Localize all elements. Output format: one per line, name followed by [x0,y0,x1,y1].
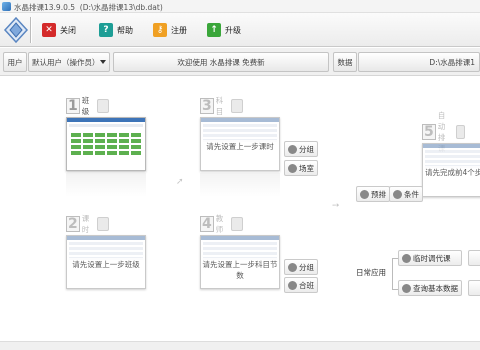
user-select[interactable]: 默认用户（操作员） [28,52,110,72]
side-extra-button-2[interactable] [468,280,480,296]
data-path-value: D:\水晶排课1 [429,57,475,67]
place-button-step3[interactable]: 场室 [284,160,318,176]
help-label: 帮助 [117,25,133,35]
welcome-box: 欢迎使用 水晶排课 免费新 [113,52,329,72]
teacher-icon [230,217,244,231]
pre-schedule-button[interactable]: 预排 [356,186,390,202]
chevron-down-icon [100,60,106,64]
books-icon [230,99,244,113]
group-label-step3: 分组 [299,144,314,154]
toolbar-separator [30,17,32,43]
step-2-preview: 请先设置上一步班级 [66,235,146,289]
play-icon [456,125,466,139]
step-4-header: 4 教师 [200,214,244,234]
close-icon: ✕ [42,23,56,37]
merge-button-step4[interactable]: 合班 [284,277,318,293]
step-5-number: 5 [422,124,436,140]
step-4-number: 4 [200,216,214,232]
crystal-logo-icon[interactable] [2,15,30,45]
title-bar: 水晶排课13.9.0.5 (D:\水晶排课13\db.dat) [0,0,480,13]
help-icon: ? [99,23,113,37]
step-1-number: 1 [66,98,80,114]
room-icon [288,163,297,173]
close-label: 关闭 [60,25,76,35]
conditions-button[interactable]: 条件 [389,186,423,202]
search-icon [402,283,411,293]
conditions-label: 条件 [404,189,419,199]
place-label-step3: 场室 [299,163,314,173]
app-icon [2,2,11,11]
step-1-preview [66,117,146,171]
gear-icon [393,189,402,199]
step-2-number: 2 [66,216,80,232]
window-title-text: 水晶排课13.9.0.5 [14,3,76,12]
pre-schedule-icon [360,189,369,199]
group-label-step4: 分组 [299,262,314,272]
step-4-preview: 请先设置上一步科目节数 [200,235,280,289]
close-button[interactable]: ✕ 关闭 [42,21,76,39]
data-path-box: D:\水晶排课1 [358,52,480,72]
arrow-icon: ➙ [332,201,340,211]
temp-adjust-button[interactable]: 临时调代课 [398,250,462,266]
workflow-stage: 1 班级 3 科目 请先设置上一步课时 分组 场室 5 自动排 请先完成前4个 … [0,77,480,350]
clock-icon [96,217,110,231]
arrow-icon: ➚ [176,177,184,187]
pre-schedule-label: 预排 [371,189,386,199]
info-bar: 用户 默认用户（操作员） 欢迎使用 水晶排课 免费新 数据 D:\水晶排课1 [0,48,480,76]
query-data-button[interactable]: 查询基本数据 [398,280,462,296]
step-5-message: 请先完成前4个步骤 [423,166,480,179]
data-label-box: 数据 [333,52,357,72]
step-3-header: 3 科目 [200,96,244,116]
window-path-text: (D:\水晶排课13\db.dat) [79,3,163,12]
step-3-number: 3 [200,98,214,114]
step-3-preview: 请先设置上一步课时 [200,117,280,171]
key-icon: ⚷ [153,23,167,37]
step-3-label: 科目 [215,96,224,116]
temp-adjust-label: 临时调代课 [413,253,451,263]
daily-apps-label: 日常应用 [356,268,386,277]
step-1-label: 班级 [81,96,90,116]
home-icon [96,99,110,113]
refresh-icon [402,253,411,263]
welcome-text: 欢迎使用 水晶排课 免费新 [177,57,265,67]
group-button-step3[interactable]: 分组 [284,141,318,157]
upgrade-button[interactable]: ↑ 升级 [207,21,241,39]
merge-icon [288,280,297,290]
query-data-label: 查询基本数据 [413,283,458,293]
step-5-header: 5 自动排课 [422,111,466,153]
group-button-step4[interactable]: 分组 [284,259,318,275]
step-1-header: 1 班级 [66,96,110,116]
user-select-value: 默认用户（操作员） [32,57,100,67]
upgrade-label: 升级 [225,25,241,35]
help-button[interactable]: ? 帮助 [99,21,133,39]
data-label: 数据 [337,57,353,67]
toolbar: ✕ 关闭 ? 帮助 ⚷ 注册 ↑ 升级 [0,13,480,47]
step-3-message: 请先设置上一步课时 [201,140,279,153]
horizontal-scrollbar[interactable] [0,341,480,350]
side-extra-button-1[interactable] [468,250,480,266]
step-5-preview: 请先完成前4个步骤 [422,143,480,197]
step-2-message: 请先设置上一步班级 [67,258,145,271]
merge-label-step4: 合班 [299,280,314,290]
step-2-header: 2 课时 [66,214,110,234]
up-arrow-icon: ↑ [207,23,221,37]
group-icon [288,144,297,154]
register-label: 注册 [171,25,187,35]
group-icon [288,262,297,272]
user-label-box: 用户 [3,52,27,72]
step-2-label: 课时 [81,214,90,234]
step-4-message: 请先设置上一步科目节数 [201,258,279,282]
user-label: 用户 [7,57,23,67]
window-title: 水晶排课13.9.0.5 (D:\水晶排课13\db.dat) [14,2,163,13]
step-4-label: 教师 [215,214,224,234]
register-button[interactable]: ⚷ 注册 [153,21,187,39]
